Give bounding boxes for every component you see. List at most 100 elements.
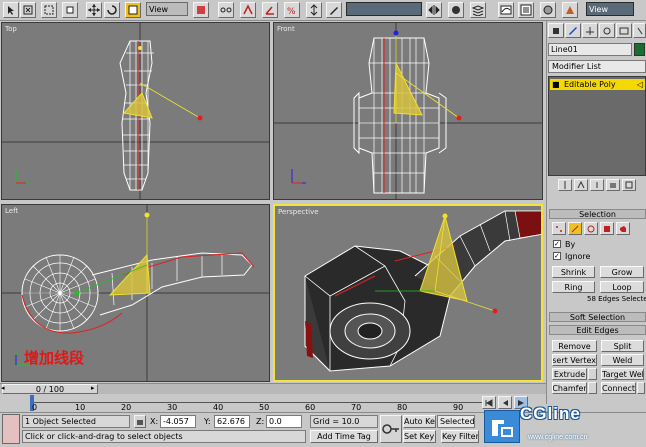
stack-lightbulb-icon: ◁ [636, 80, 643, 89]
loop-button[interactable]: Loop [600, 281, 644, 293]
motion-tab-icon[interactable] [599, 23, 615, 38]
modify-tab-icon[interactable] [565, 23, 581, 38]
select-and-link-icon[interactable] [218, 2, 234, 18]
percent-snap-icon[interactable]: % [284, 2, 300, 18]
object-name-value: Line01 [551, 45, 578, 54]
watermark-url: www.cgline.com.cn [528, 434, 588, 441]
window-crossing-icon[interactable] [62, 2, 78, 18]
y-coordinate-field[interactable]: 62.676 [214, 415, 250, 428]
extrude-button[interactable]: Extrude [552, 368, 587, 380]
material-editor-icon[interactable] [518, 2, 534, 18]
viewport-left[interactable]: Left 增加线段 [1, 204, 270, 382]
select-object-icon[interactable] [3, 2, 19, 18]
stack-item-editable-poly[interactable]: ■ Editable Poly ◁ [550, 79, 645, 90]
previous-frame-icon[interactable] [498, 396, 512, 409]
hierarchy-tab-icon[interactable] [582, 23, 598, 38]
auto-key-button[interactable]: Auto Key [403, 415, 436, 428]
align-icon[interactable] [448, 2, 464, 18]
insert-vertex-button[interactable]: Insert Vertex [552, 354, 597, 366]
x-coordinate-field[interactable]: -4.057 [160, 415, 196, 428]
pin-stack-icon[interactable] [558, 179, 572, 191]
z-coordinate-field[interactable]: 0.0 [266, 415, 302, 428]
shrink-button[interactable]: Shrink [552, 266, 595, 278]
utilities-tab-icon[interactable] [633, 23, 646, 38]
go-to-start-icon[interactable] [482, 396, 496, 409]
element-level-icon[interactable] [616, 222, 630, 235]
move-icon[interactable] [86, 2, 102, 18]
mirror-icon[interactable] [426, 2, 442, 18]
polygon-level-icon[interactable] [600, 222, 614, 235]
watermark-logo [484, 410, 520, 443]
layer-manager-icon[interactable] [470, 2, 486, 18]
selection-rollout-header[interactable]: Selection [549, 209, 646, 219]
border-level-icon[interactable] [584, 222, 598, 235]
extrude-settings-icon[interactable] [588, 368, 597, 380]
object-color-swatch[interactable] [634, 43, 645, 56]
edit-edges-rollout-header[interactable]: Edit Edges [549, 325, 646, 335]
named-selection-set-dropdown[interactable] [346, 2, 422, 16]
key-mode-icon[interactable] [380, 415, 402, 443]
by-vertex-checkbox[interactable]: ✓ [553, 240, 561, 248]
angle-snap-icon[interactable] [262, 2, 278, 18]
curve-editor-icon[interactable] [498, 2, 514, 18]
soft-selection-rollout-header[interactable]: Soft Selection [549, 312, 646, 322]
viewport-front[interactable]: Front [273, 22, 543, 200]
tick-70: 70 [351, 403, 362, 412]
show-end-result-icon[interactable] [574, 179, 588, 191]
snaps-toggle-icon[interactable] [240, 2, 256, 18]
edit-named-selection-icon[interactable] [326, 2, 342, 18]
display-tab-icon[interactable] [616, 23, 632, 38]
modifier-list-dropdown[interactable]: Modifier List [548, 60, 646, 73]
loop-button-label: Loop [612, 282, 632, 292]
remove-modifier-icon[interactable] [606, 179, 620, 191]
pivot-center-icon[interactable] [193, 2, 209, 18]
scale-icon[interactable] [125, 2, 141, 18]
render-type-dropdown[interactable]: View [586, 2, 634, 16]
add-time-tag-button[interactable]: Add Time Tag [310, 430, 378, 443]
timeline-ruler[interactable]: 0 10 20 30 40 50 60 70 80 90 [0, 395, 490, 412]
chamfer-settings-icon[interactable] [588, 382, 597, 394]
set-key-label: Set Key [404, 432, 435, 441]
create-tab-icon[interactable] [548, 23, 564, 38]
time-slider-thumb[interactable]: 0 / 100 [2, 384, 98, 394]
quick-render-icon[interactable] [562, 2, 578, 18]
lock-selection-icon[interactable] [134, 415, 146, 428]
target-weld-button[interactable]: Target Weld [601, 368, 644, 380]
object-name-field[interactable]: Line01 [548, 43, 632, 56]
ring-button[interactable]: Ring [552, 281, 595, 293]
prev-frame-icon[interactable]: ◂ [1, 384, 5, 392]
maxscript-listener[interactable] [2, 414, 20, 444]
perspective-view-mesh [304, 210, 541, 372]
split-button[interactable]: Split [601, 340, 644, 352]
spinner-snap-icon[interactable] [306, 2, 322, 18]
vertex-level-icon[interactable] [552, 222, 566, 235]
weld-button-label: Weld [612, 355, 633, 365]
watermark-brand: CGline [520, 404, 581, 423]
select-region-icon[interactable] [41, 2, 57, 18]
ignore-backfacing-checkbox[interactable]: ✓ [553, 252, 561, 260]
make-unique-icon[interactable] [590, 179, 604, 191]
render-setup-icon[interactable] [540, 2, 556, 18]
configure-modifier-sets-icon[interactable] [622, 179, 636, 191]
connect-button[interactable]: Connect [601, 382, 636, 394]
stack-expand-icon[interactable]: ■ [552, 80, 560, 89]
key-filters-button[interactable]: Key Filters... [441, 430, 479, 443]
reference-coordinate-dropdown[interactable]: View [146, 2, 188, 16]
select-by-name-icon[interactable] [20, 2, 36, 18]
connect-settings-icon[interactable] [637, 382, 645, 394]
set-key-button[interactable]: Set Key [403, 430, 436, 443]
viewport-top[interactable]: Top [1, 22, 270, 200]
edge-level-icon[interactable] [568, 222, 582, 235]
grid-size-field: Grid = 10.0 [310, 415, 378, 428]
tick-90: 90 [453, 403, 464, 412]
chamfer-button[interactable]: Chamfer [552, 382, 587, 394]
insert-vertex-label: Insert Vertex [552, 355, 596, 365]
time-slider-track[interactable]: 0 / 100 ◂ ▸ [0, 383, 546, 394]
viewport-perspective[interactable]: Perspective [273, 204, 543, 382]
rotate-icon[interactable] [104, 2, 120, 18]
next-frame-icon[interactable]: ▸ [91, 384, 95, 392]
grow-button[interactable]: Grow [600, 266, 644, 278]
key-selected-dropdown[interactable]: Selected [437, 415, 475, 428]
weld-button[interactable]: Weld [601, 354, 644, 366]
remove-button[interactable]: Remove [552, 340, 597, 352]
